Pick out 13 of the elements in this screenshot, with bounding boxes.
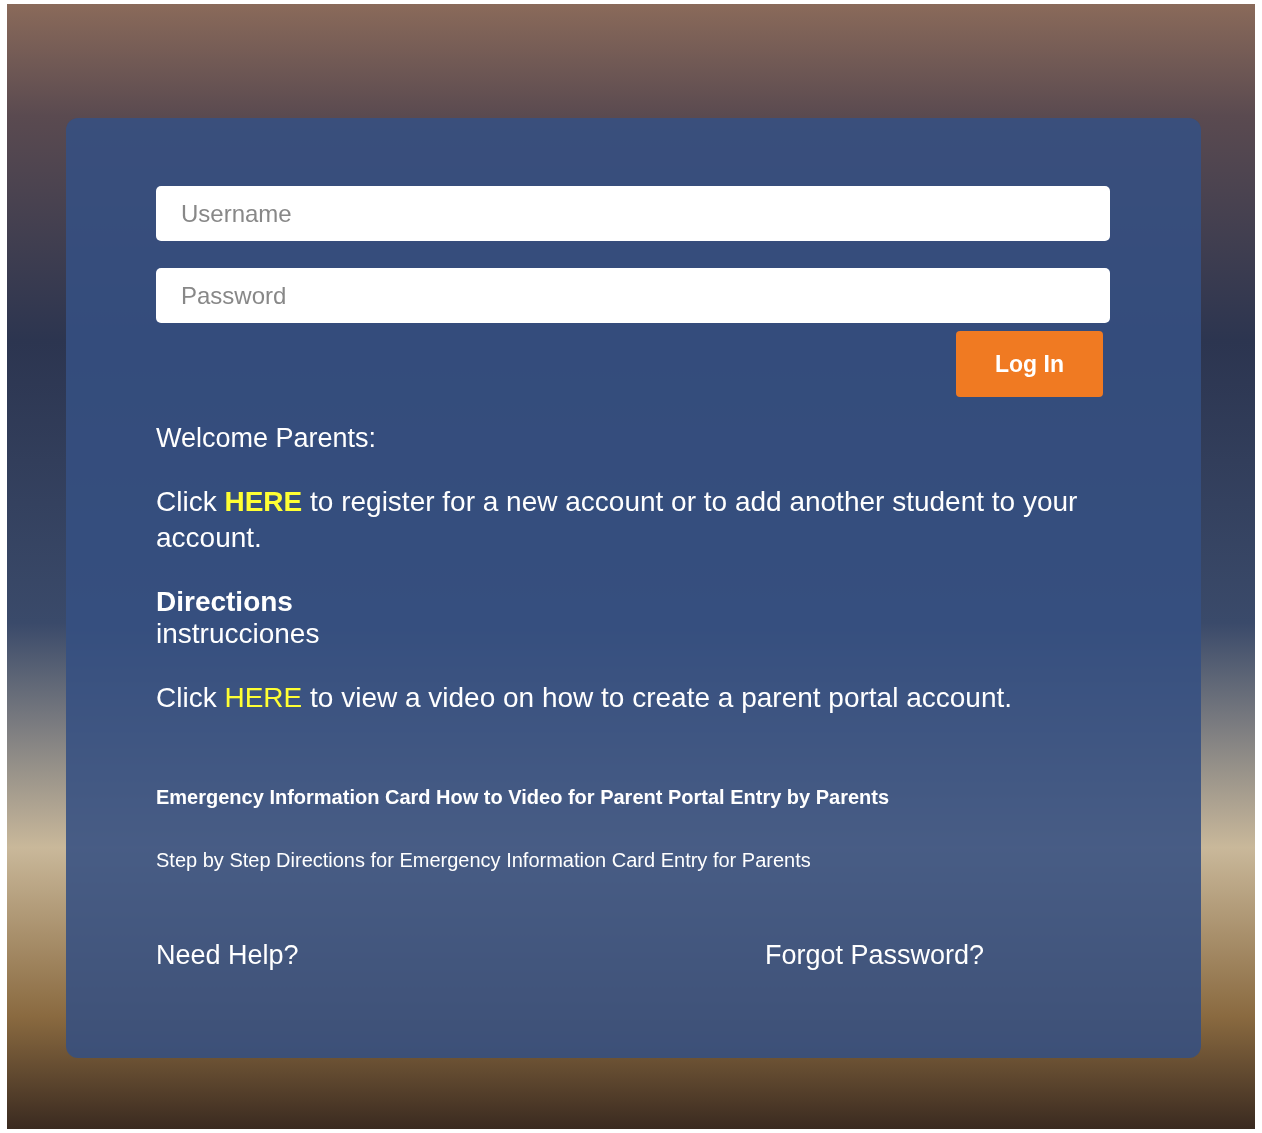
username-field[interactable]: Username xyxy=(156,186,1110,241)
video-link[interactable]: Emergency Information Card How to Video for Parent Portal Entry by Parents xyxy=(156,786,890,809)
register-text: Click HERE to register for a new account or to add another student to your account. xyxy=(156,485,1079,555)
instrucciones-link[interactable]: instrucciones xyxy=(156,618,320,650)
directions-link[interactable]: Step by Step Directions for Emergency Information Card Entry for Parents xyxy=(156,849,811,872)
directions-link[interactable]: Directions xyxy=(156,586,293,618)
forgot-password-link[interactable]: Forgot Password? xyxy=(765,940,985,971)
video-text: Click HERE to view a video on how to create a parent portal account. xyxy=(156,681,1013,715)
welcome-heading: Welcome Parents: xyxy=(156,423,378,454)
password-field[interactable]: Password xyxy=(156,268,1110,323)
here-link[interactable]: HERE xyxy=(224,682,303,713)
need-help-link[interactable]: Need Help? xyxy=(156,940,299,970)
here-link[interactable]: HERE xyxy=(224,486,303,517)
